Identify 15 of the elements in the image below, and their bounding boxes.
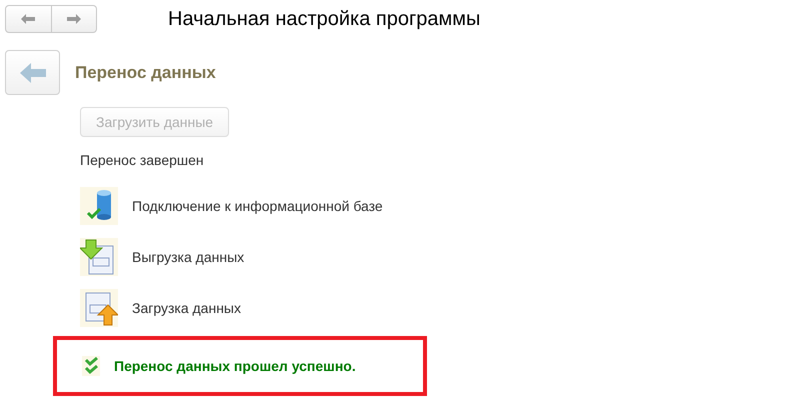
double-check-icon xyxy=(82,356,100,376)
window-title: Начальная настройка программы xyxy=(168,9,480,29)
back-button[interactable] xyxy=(5,5,52,33)
left-arrow-icon xyxy=(20,62,46,82)
back-button[interactable] xyxy=(5,50,60,95)
success-message: Перенос данных прошел успешно. xyxy=(114,356,356,376)
section-title: Перенос данных xyxy=(75,62,216,84)
step-label: Подключение к информационной базе xyxy=(132,196,383,216)
forward-button[interactable] xyxy=(52,5,97,33)
database-check-icon xyxy=(80,187,118,225)
status-text: Перенос завершен xyxy=(80,151,204,170)
step-label: Загрузка данных xyxy=(132,298,241,318)
right-arrow-icon xyxy=(66,14,81,24)
step-label: Выгрузка данных xyxy=(132,248,244,267)
left-arrow-icon xyxy=(21,14,36,24)
